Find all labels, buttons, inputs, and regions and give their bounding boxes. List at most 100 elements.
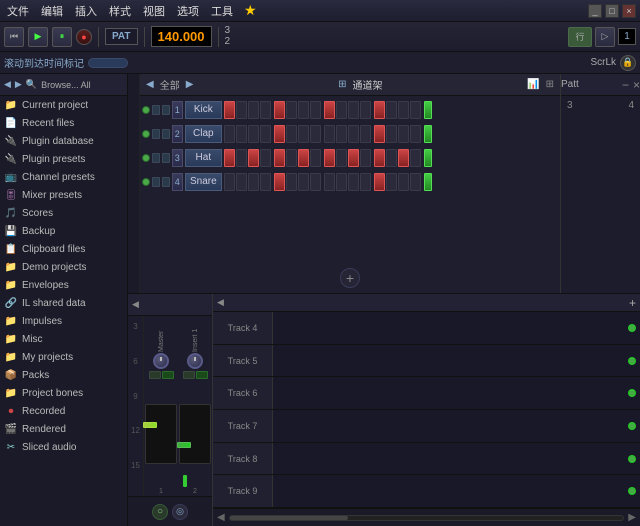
browse-fwd-icon[interactable]: ▶ <box>15 79 22 90</box>
beat-cell-3-5[interactable] <box>286 173 297 191</box>
pattern-num[interactable]: 1 <box>618 28 636 45</box>
mixer-settings-button[interactable]: ◎ <box>172 504 188 520</box>
beat-cell-0-13[interactable] <box>386 101 397 119</box>
beat-cell-0-7[interactable] <box>310 101 321 119</box>
sidebar-item-channel-presets[interactable]: 📺 Channel presets <box>0 168 127 186</box>
beat-ctrl-2-3[interactable] <box>162 177 170 187</box>
beat-cell-3-14[interactable] <box>398 173 409 191</box>
beat-cell-2-13[interactable] <box>386 149 397 167</box>
song-scrollbar[interactable] <box>229 515 625 521</box>
grid-icon[interactable]: ⊞ <box>546 79 554 90</box>
beat-ctrl-2-1[interactable] <box>162 129 170 139</box>
beat-cell-1-0[interactable] <box>224 125 235 143</box>
menu-options[interactable]: 选项 <box>174 2 202 20</box>
beat-cell-2-15[interactable] <box>410 149 421 167</box>
search-icon[interactable]: 🔍 <box>26 79 37 90</box>
beat-cell-1-7[interactable] <box>310 125 321 143</box>
beat-cell-3-0[interactable] <box>224 173 235 191</box>
sidebar-item-impulses[interactable]: 📁 Impulses <box>0 312 127 330</box>
menu-insert[interactable]: 插入 <box>72 2 100 20</box>
beat-cell-3-15[interactable] <box>410 173 421 191</box>
mixer-back-icon[interactable]: ◀ <box>132 299 139 310</box>
insert1-fader-thumb[interactable] <box>177 442 191 448</box>
sidebar-item-envelopes[interactable]: 📁 Envelopes <box>0 276 127 294</box>
pattern-next-icon[interactable]: ▶ <box>186 79 194 90</box>
beat-cell-2-1[interactable] <box>236 149 247 167</box>
beat-ctrl-2-0[interactable] <box>162 105 170 115</box>
pat-label[interactable]: PAT <box>105 28 138 45</box>
beat-led-1[interactable] <box>142 130 150 138</box>
beat-cell-green-1[interactable] <box>424 125 432 143</box>
master-mute-button[interactable] <box>149 371 161 379</box>
sidebar-item-recent-files[interactable]: 📄 Recent files <box>0 114 127 132</box>
beat-cell-0-1[interactable] <box>236 101 247 119</box>
song-scroll-thumb[interactable] <box>230 516 348 520</box>
beat-cell-1-4[interactable] <box>274 125 285 143</box>
beat-cell-0-9[interactable] <box>336 101 347 119</box>
beat-name-button-3[interactable]: Snare <box>185 173 222 191</box>
chart-icon[interactable]: 📊 <box>527 79 539 90</box>
song-bottom-left-icon[interactable]: ◀ <box>217 512 225 523</box>
insert1-knob[interactable] <box>187 353 203 369</box>
insert1-solo-button[interactable] <box>196 371 208 379</box>
beat-ctrl-1-0[interactable] <box>152 105 160 115</box>
beat-cell-2-2[interactable] <box>248 149 259 167</box>
sidebar-item-scores[interactable]: 🎵 Scores <box>0 204 127 222</box>
beat-cell-2-6[interactable] <box>298 149 309 167</box>
mixer-mute-all-button[interactable]: ○ <box>152 504 168 520</box>
beat-cell-0-14[interactable] <box>398 101 409 119</box>
beat-cell-2-5[interactable] <box>286 149 297 167</box>
pattern-mode-button[interactable]: 行 <box>568 27 592 47</box>
sidebar-item-mixer-presets[interactable]: 🎚 Mixer presets <box>0 186 127 204</box>
patt-close-icon[interactable]: × <box>633 78 640 92</box>
beat-cell-1-9[interactable] <box>336 125 347 143</box>
patt-minus-icon[interactable]: − <box>622 78 629 92</box>
track-content-3[interactable] <box>273 410 640 442</box>
beat-cell-green-2[interactable] <box>424 149 432 167</box>
menu-view[interactable]: 视图 <box>140 2 168 20</box>
beat-cell-2-3[interactable] <box>260 149 271 167</box>
beat-cell-1-2[interactable] <box>248 125 259 143</box>
beat-cell-1-13[interactable] <box>386 125 397 143</box>
insert1-mute-button[interactable] <box>183 371 195 379</box>
beat-cell-1-6[interactable] <box>298 125 309 143</box>
beat-cell-2-0[interactable] <box>224 149 235 167</box>
beat-cell-0-2[interactable] <box>248 101 259 119</box>
beat-cell-3-13[interactable] <box>386 173 397 191</box>
beat-cell-1-3[interactable] <box>260 125 271 143</box>
beat-ctrl-1-3[interactable] <box>152 177 160 187</box>
beat-cell-1-10[interactable] <box>348 125 359 143</box>
minimize-button[interactable]: _ <box>588 4 602 18</box>
sidebar-item-clipboard-files[interactable]: 📋 Clipboard files <box>0 240 127 258</box>
beat-cell-3-4[interactable] <box>274 173 285 191</box>
channel-rack-icon[interactable]: ⊞ <box>338 79 346 90</box>
sidebar-item-rendered[interactable]: 🎬 Rendered <box>0 420 127 438</box>
beat-cell-green-3[interactable] <box>424 173 432 191</box>
sidebar-item-project-bones[interactable]: 📁 Project bones <box>0 384 127 402</box>
beat-cell-0-0[interactable] <box>224 101 235 119</box>
beat-cell-2-11[interactable] <box>360 149 371 167</box>
beat-cell-3-7[interactable] <box>310 173 321 191</box>
beat-ctrl-1-2[interactable] <box>152 153 160 163</box>
beat-cell-green-0[interactable] <box>424 101 432 119</box>
pattern-prev-icon[interactable]: ◀ <box>146 79 154 90</box>
beat-cell-3-10[interactable] <box>348 173 359 191</box>
scrlock-button[interactable]: 🔒 <box>620 55 636 71</box>
track-content-0[interactable] <box>273 312 640 344</box>
beat-cell-0-12[interactable] <box>374 101 385 119</box>
beat-cell-2-14[interactable] <box>398 149 409 167</box>
track-content-4[interactable] <box>273 443 640 475</box>
menu-style[interactable]: 样式 <box>106 2 134 20</box>
play-button[interactable]: ▶ <box>28 27 48 47</box>
beat-cell-0-6[interactable] <box>298 101 309 119</box>
sidebar-item-plugin-presets[interactable]: 🔌 Plugin presets <box>0 150 127 168</box>
track-content-2[interactable] <box>273 377 640 409</box>
sidebar-item-backup[interactable]: 💾 Backup <box>0 222 127 240</box>
beat-cell-3-9[interactable] <box>336 173 347 191</box>
beat-name-button-1[interactable]: Clap <box>185 125 222 143</box>
beat-cell-1-11[interactable] <box>360 125 371 143</box>
beat-cell-3-3[interactable] <box>260 173 271 191</box>
beat-cell-2-8[interactable] <box>324 149 335 167</box>
menu-edit[interactable]: 编辑 <box>38 2 66 20</box>
song-add-button[interactable]: + <box>629 296 636 310</box>
